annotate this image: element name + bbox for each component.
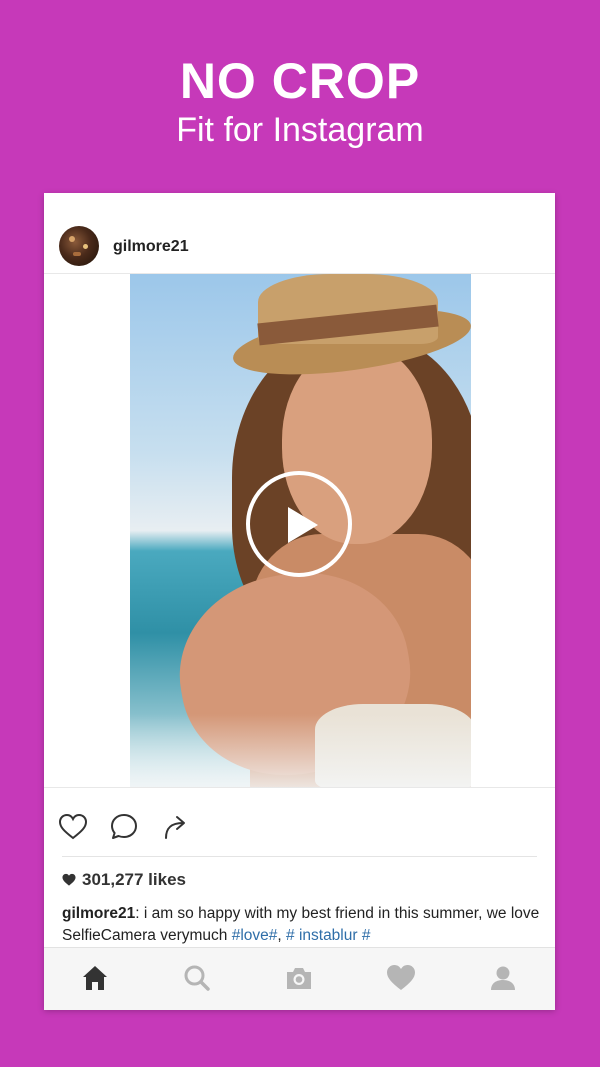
headline: NO CROP [179,53,421,109]
likes-count: 301,277 likes [82,870,186,889]
play-icon [288,507,318,543]
hashtag-love[interactable]: #love# [232,927,278,944]
profile-icon [491,966,515,990]
nav-activity[interactable] [386,963,416,993]
heart-filled-icon [62,873,76,886]
post-media [44,274,555,788]
camera-icon [287,968,311,989]
share-icon [165,816,185,839]
heart-icon [387,965,415,990]
nav-camera[interactable] [284,963,314,993]
subheadline: Fit for Instagram [176,111,424,149]
home-icon [83,966,107,990]
comment-button[interactable] [109,812,139,842]
post-header: gilmore21 [44,193,555,274]
post-card: gilmore21 301,277 likes gilmore21: i am … [44,193,555,1010]
bottom-nav [44,947,555,1010]
nav-search[interactable] [182,963,212,993]
nav-profile[interactable] [488,963,518,993]
avatar[interactable] [59,226,99,266]
heart-icon [58,813,88,840]
like-button[interactable] [58,812,88,842]
caption-username[interactable]: gilmore21 [62,905,135,922]
comment-icon [111,814,137,839]
divider [62,856,537,857]
caption-separator: , [277,927,287,944]
share-button[interactable] [161,812,191,842]
search-icon [184,965,210,991]
play-button[interactable] [246,471,352,577]
hashtag-instablur[interactable]: # instablur # [286,927,370,944]
post-actions [44,788,555,853]
post-username[interactable]: gilmore21 [113,238,189,256]
nav-home[interactable] [80,963,110,993]
post-caption: gilmore21: i am so happy with my best fr… [62,903,542,947]
